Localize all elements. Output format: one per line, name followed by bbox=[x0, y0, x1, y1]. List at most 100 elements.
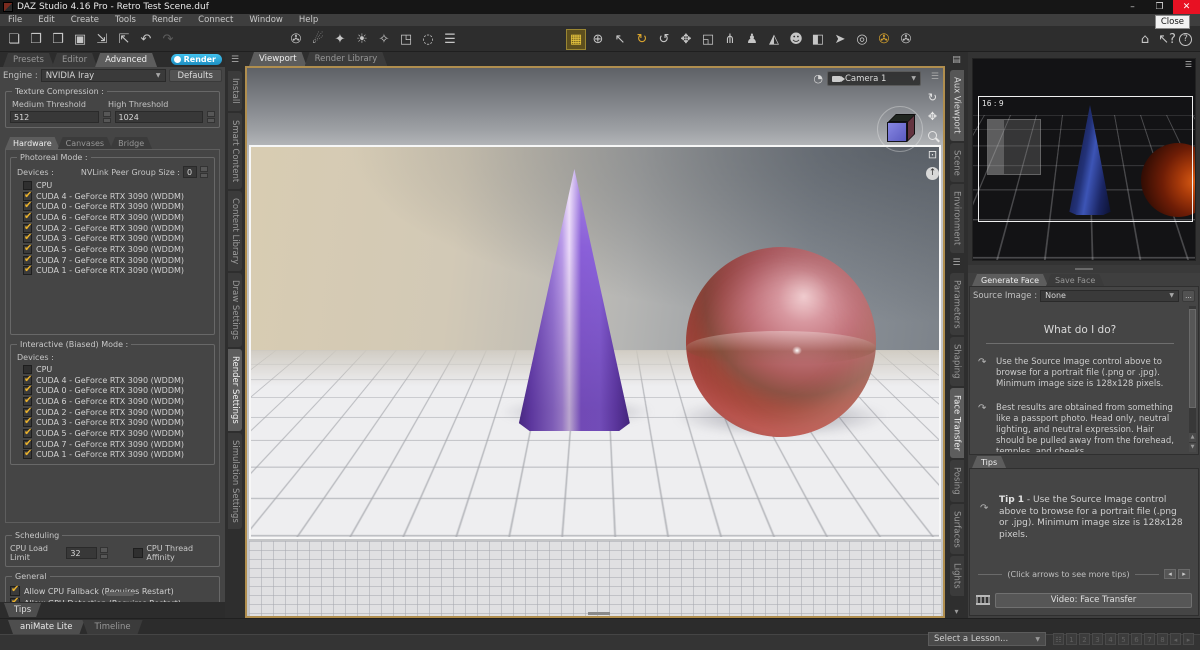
medium-threshold-field[interactable]: 512 bbox=[10, 111, 99, 123]
device-checkbox[interactable] bbox=[23, 440, 32, 449]
device-row[interactable]: CUDA 1 - GeForce RTX 3090 (WDDM) bbox=[23, 450, 210, 461]
device-checkbox[interactable] bbox=[23, 408, 32, 417]
device-row[interactable]: CUDA 0 - GeForce RTX 3090 (WDDM) bbox=[23, 201, 210, 212]
device-row[interactable]: CUDA 3 - GeForce RTX 3090 (WDDM) bbox=[23, 417, 210, 428]
redo-icon[interactable]: ↷ bbox=[158, 29, 178, 50]
new-camera-icon[interactable]: ✇ bbox=[286, 29, 306, 50]
translate-tool-icon[interactable]: ✥ bbox=[676, 29, 696, 50]
tab-render-settings[interactable]: Render Settings bbox=[228, 349, 242, 431]
device-row[interactable]: CUDA 4 - GeForce RTX 3090 (WDDM) bbox=[23, 191, 210, 202]
scroll-up-icon[interactable]: ▲ bbox=[1189, 433, 1196, 442]
tab-save-face[interactable]: Save Face bbox=[1046, 274, 1104, 286]
browse-button[interactable]: ... bbox=[1182, 290, 1195, 302]
open-file-icon[interactable]: ❒ bbox=[26, 29, 46, 50]
tab-posing[interactable]: Posing bbox=[950, 460, 964, 502]
figure-selection-tool-icon[interactable]: ♟ bbox=[742, 29, 762, 50]
scale-tool-icon[interactable]: ◱ bbox=[698, 29, 718, 50]
device-row[interactable]: CUDA 5 - GeForce RTX 3090 (WDDM) bbox=[23, 428, 210, 439]
view-sphere-icon[interactable]: ◔ bbox=[813, 72, 823, 85]
tab-shaping[interactable]: Shaping bbox=[950, 337, 964, 386]
device-row[interactable]: CUDA 6 - GeForce RTX 3090 (WDDM) bbox=[23, 212, 210, 223]
menu-render[interactable]: Render bbox=[144, 15, 190, 25]
help-icon[interactable]: ? bbox=[1179, 33, 1192, 46]
tab-content-library[interactable]: Content Library bbox=[228, 191, 242, 271]
video-face-transfer-button[interactable]: Video: Face Transfer bbox=[995, 593, 1192, 608]
orbit-icon[interactable]: ↻ bbox=[925, 91, 940, 105]
device-checkbox[interactable] bbox=[23, 224, 32, 233]
surface-selection-tool-icon[interactable]: ◧ bbox=[808, 29, 828, 50]
scroll-down-icon[interactable]: ▼ bbox=[1189, 443, 1196, 452]
new-file-icon[interactable]: ❏ bbox=[4, 29, 24, 50]
option-checkbox[interactable] bbox=[10, 586, 20, 596]
render-button[interactable]: Render bbox=[171, 54, 222, 65]
device-row[interactable]: CUDA 0 - GeForce RTX 3090 (WDDM) bbox=[23, 385, 210, 396]
device-row[interactable]: CUDA 6 - GeForce RTX 3090 (WDDM) bbox=[23, 396, 210, 407]
universal-tool-icon[interactable]: ⊕ bbox=[588, 29, 608, 50]
lesson-7-button[interactable]: 7 bbox=[1144, 633, 1155, 645]
render-camera-icon[interactable]: ✇ bbox=[896, 29, 916, 50]
lesson-prev-button[interactable]: ◂ bbox=[1170, 633, 1181, 645]
lesson-5-button[interactable]: 5 bbox=[1118, 633, 1129, 645]
tab-aux-viewport[interactable]: Aux Viewport bbox=[950, 70, 964, 141]
tab-advanced[interactable]: Advanced bbox=[95, 53, 157, 67]
new-distant-light-icon[interactable]: ☀ bbox=[352, 29, 372, 50]
import-icon[interactable]: ⇲ bbox=[92, 29, 112, 50]
strip-scroll-down-icon[interactable]: ▾ bbox=[954, 607, 958, 618]
tab-editor[interactable]: Editor bbox=[52, 53, 97, 67]
tab-tips[interactable]: Tips bbox=[4, 603, 41, 617]
device-checkbox[interactable] bbox=[23, 256, 32, 265]
device-row[interactable]: CPU bbox=[23, 364, 210, 375]
menu-create[interactable]: Create bbox=[63, 15, 107, 25]
lesson-2-button[interactable]: 2 bbox=[1079, 633, 1090, 645]
nvlink-spinner[interactable] bbox=[200, 166, 208, 178]
device-checkbox[interactable] bbox=[23, 429, 32, 438]
device-row[interactable]: CUDA 4 - GeForce RTX 3090 (WDDM) bbox=[23, 375, 210, 386]
red-sphere[interactable] bbox=[686, 247, 876, 437]
tab-lights[interactable]: Lights bbox=[950, 556, 964, 596]
device-checkbox[interactable] bbox=[23, 202, 32, 211]
device-checkbox[interactable] bbox=[23, 365, 32, 374]
device-checkbox[interactable] bbox=[23, 376, 32, 385]
new-linear-point-light-icon[interactable]: ✧ bbox=[374, 29, 394, 50]
vertical-scrollbar[interactable]: ▲ ▼ bbox=[1189, 306, 1196, 452]
menu-edit[interactable]: Edit bbox=[30, 15, 62, 25]
active-pose-tool-icon[interactable]: ↻ bbox=[632, 29, 652, 50]
cpu-load-limit-field[interactable]: 32 bbox=[66, 547, 97, 559]
measure-tool-icon[interactable]: ◎ bbox=[852, 29, 872, 50]
engine-select[interactable]: NVIDIA Iray ▼ bbox=[41, 69, 166, 82]
tab-install[interactable]: Install bbox=[228, 71, 242, 111]
menu-help[interactable]: Help bbox=[291, 15, 326, 25]
device-row[interactable]: CUDA 7 - GeForce RTX 3090 (WDDM) bbox=[23, 439, 210, 450]
device-row[interactable]: CUDA 2 - GeForce RTX 3090 (WDDM) bbox=[23, 407, 210, 418]
close-button[interactable]: ✕ bbox=[1173, 0, 1200, 14]
panel-menu-icon[interactable]: ☰ bbox=[231, 55, 239, 65]
view-cube[interactable] bbox=[877, 106, 923, 152]
device-checkbox[interactable] bbox=[23, 181, 32, 190]
device-checkbox[interactable] bbox=[23, 192, 32, 201]
new-point-light-icon[interactable]: ✦ bbox=[330, 29, 350, 50]
lesson-1-button[interactable]: 1 bbox=[1066, 633, 1077, 645]
tab-render-library[interactable]: Render Library bbox=[305, 52, 388, 66]
tab-simulation-settings[interactable]: Simulation Settings bbox=[228, 433, 242, 530]
device-row[interactable]: CUDA 2 - GeForce RTX 3090 (WDDM) bbox=[23, 223, 210, 234]
lesson-3-button[interactable]: 3 bbox=[1092, 633, 1103, 645]
lesson-4-button[interactable]: 4 bbox=[1105, 633, 1116, 645]
whats-this-icon[interactable]: ↖? bbox=[1157, 29, 1177, 50]
pane-page-icon[interactable]: ▤ bbox=[952, 55, 961, 65]
tab-generate-face[interactable]: Generate Face bbox=[972, 274, 1048, 286]
device-row[interactable]: CUDA 3 - GeForce RTX 3090 (WDDM) bbox=[23, 233, 210, 244]
tab-parameters[interactable]: Parameters bbox=[950, 273, 964, 336]
geometry-editor-tool-icon[interactable]: ◭ bbox=[764, 29, 784, 50]
high-threshold-field[interactable]: 1024 bbox=[115, 111, 204, 123]
prev-tip-button[interactable]: ◂ bbox=[1164, 569, 1176, 579]
tab-presets[interactable]: Presets bbox=[3, 53, 54, 67]
new-null-icon[interactable]: ◌ bbox=[418, 29, 438, 50]
tab-timeline[interactable]: Timeline bbox=[82, 620, 142, 634]
align-icon[interactable]: ☰ bbox=[440, 29, 460, 50]
device-row[interactable]: CUDA 7 - GeForce RTX 3090 (WDDM) bbox=[23, 255, 210, 266]
joint-editor-tool-icon[interactable]: ⋔ bbox=[720, 29, 740, 50]
camera-select[interactable]: Camera 1 ▼ bbox=[827, 71, 921, 86]
undo-icon[interactable]: ↶ bbox=[136, 29, 156, 50]
daz-home-icon[interactable]: ⌂ bbox=[1135, 29, 1155, 50]
maximize-button[interactable]: ❐ bbox=[1146, 0, 1173, 14]
